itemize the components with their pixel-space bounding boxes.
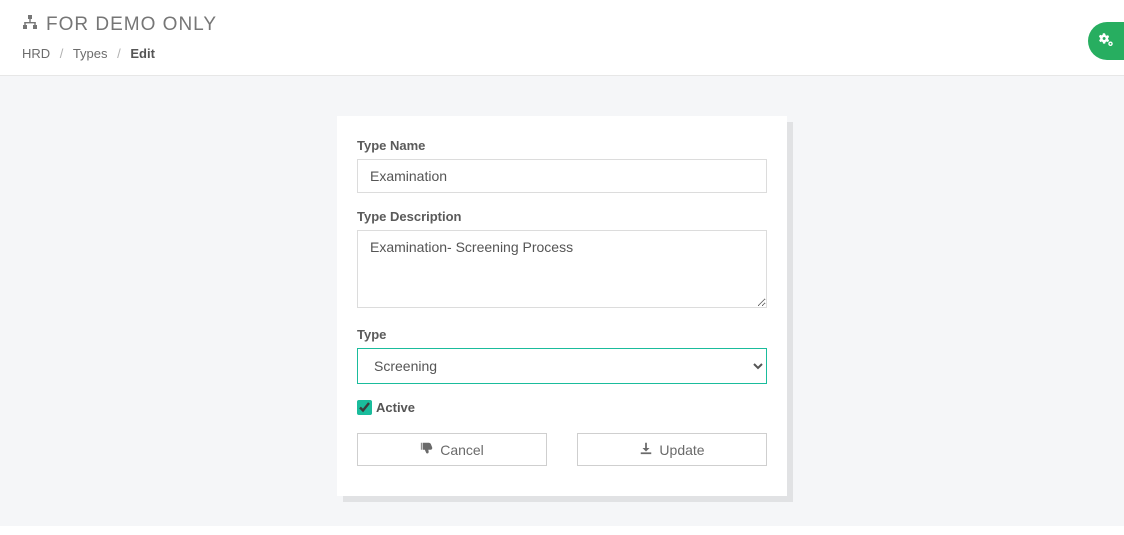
breadcrumb-link-hrd[interactable]: HRD bbox=[22, 46, 50, 61]
update-button-label: Update bbox=[659, 442, 704, 458]
active-checkbox[interactable] bbox=[357, 400, 372, 415]
download-icon bbox=[639, 441, 653, 458]
type-name-label: Type Name bbox=[357, 138, 767, 153]
breadcrumb-current: Edit bbox=[130, 46, 155, 61]
form-group-type-description: Type Description bbox=[357, 209, 767, 311]
edit-form-card: Type Name Type Description Type Screenin… bbox=[337, 116, 787, 496]
page-title: FOR DEMO ONLY bbox=[46, 14, 217, 36]
page-header: FOR DEMO ONLY HRD / Types / Edit bbox=[0, 0, 1124, 76]
form-group-type: Type Screening bbox=[357, 327, 767, 384]
cancel-button-label: Cancel bbox=[440, 442, 484, 458]
form-group-active: Active bbox=[357, 400, 767, 415]
page-title-row: FOR DEMO ONLY bbox=[22, 14, 1102, 36]
update-button[interactable]: Update bbox=[577, 433, 767, 466]
gears-icon bbox=[1097, 31, 1115, 52]
settings-tab[interactable] bbox=[1088, 22, 1124, 60]
active-label: Active bbox=[376, 400, 415, 415]
breadcrumb-separator: / bbox=[60, 46, 64, 61]
sitemap-icon bbox=[22, 14, 38, 36]
breadcrumb-link-types[interactable]: Types bbox=[73, 46, 108, 61]
breadcrumb-separator: / bbox=[117, 46, 121, 61]
content-area: Type Name Type Description Type Screenin… bbox=[0, 76, 1124, 526]
breadcrumb: HRD / Types / Edit bbox=[22, 46, 1102, 61]
type-select[interactable]: Screening bbox=[357, 348, 767, 384]
cancel-button[interactable]: Cancel bbox=[357, 433, 547, 466]
type-label: Type bbox=[357, 327, 767, 342]
type-name-input[interactable] bbox=[357, 159, 767, 193]
button-row: Cancel Update bbox=[357, 433, 767, 466]
form-group-type-name: Type Name bbox=[357, 138, 767, 193]
type-description-textarea[interactable] bbox=[357, 230, 767, 308]
thumbs-down-icon bbox=[420, 441, 434, 458]
type-description-label: Type Description bbox=[357, 209, 767, 224]
